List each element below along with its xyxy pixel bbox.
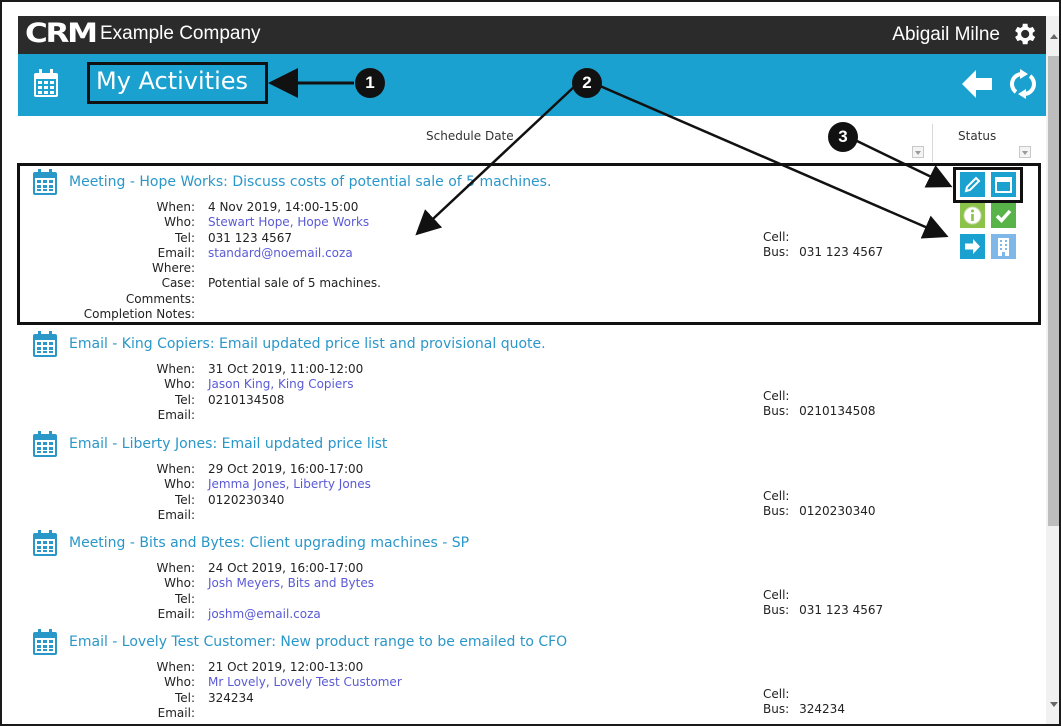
bus-value: 324234 [799,702,845,716]
bus-value: 031 123 4567 [799,603,884,617]
email-label: Email: [157,507,195,522]
company-name: Example Company [100,23,261,44]
cell-label: Cell: [763,389,790,403]
who-label: Who: [164,675,195,690]
gear-icon[interactable] [1010,20,1038,48]
activity-title-link[interactable]: Email - King Copiers: Email updated pric… [69,336,546,352]
when-label: When: [156,561,195,575]
email-label: Email: [157,606,195,621]
email-label: Email: [157,407,195,422]
activity-item[interactable]: Email - Liberty Jones: Email updated pri… [18,426,1046,522]
calendar-icon [33,530,57,556]
annotation-marker-1: 1 [355,68,385,98]
annotation-marker-3: 3 [828,122,858,152]
back-arrow-icon[interactable] [960,68,994,100]
scroll-up-icon[interactable] [1050,34,1058,39]
tel-label: Tel: [174,492,195,507]
bus-field: Bus: 031 123 4567 [763,603,883,617]
bus-value: 0120230340 [799,504,876,518]
calendar-icon [33,629,57,655]
calendar-icon [33,331,57,357]
logo-text: CRM [25,18,98,49]
cell-label: Cell: [763,687,790,701]
calendar-icon [34,69,58,97]
who-label: Who: [164,377,195,392]
building-icon[interactable] [991,234,1016,259]
activity-highlight-box [17,163,1041,325]
activity-title-link[interactable]: Email - Liberty Jones: Email updated pri… [69,436,387,452]
top-bar: CRM Example Company Abigail Milne [18,16,1046,54]
cell-field: Cell: [763,389,789,403]
bus-field: Bus: 0210134508 [763,404,876,418]
crm-logo[interactable]: CRM [25,20,98,47]
bus-label: Bus: [763,404,790,418]
cell-field: Cell: [763,489,789,503]
who-link[interactable]: Josh Meyers, Bits and Bytes [208,576,374,591]
cell-label: Cell: [763,588,790,602]
when-value: 24 Oct 2019, 16:00-17:00 [208,561,364,575]
bus-value: 0210134508 [799,404,876,418]
page-header: My Activities [18,54,1046,116]
app-window: CRM Example Company Abigail Milne My Act… [0,0,1061,726]
refresh-icon[interactable] [1008,68,1038,100]
page-title: My Activities [96,67,249,95]
when-value: 21 Oct 2019, 12:00-13:00 [208,660,364,674]
who-link[interactable]: Jason King, King Copiers [208,377,353,392]
user-name[interactable]: Abigail Milne [892,24,1000,46]
tel-label: Tel: [174,392,195,407]
cell-field: Cell: [763,588,789,602]
when-label: When: [156,660,195,674]
annotation-marker-2: 2 [572,68,602,98]
check-icon[interactable] [991,203,1016,228]
scrollbar-thumb[interactable] [1048,56,1059,526]
column-separator [932,124,933,162]
who-link[interactable]: Mr Lovely, Lovely Test Customer [208,675,402,690]
tel-value: 324234 [208,690,254,705]
tel-value: 0210134508 [208,392,285,407]
forward-icon[interactable] [960,234,985,259]
tel-value: 0120230340 [208,492,285,507]
cell-label: Cell: [763,489,790,503]
email-label: Email: [157,705,195,720]
scroll-down-icon[interactable] [1050,702,1058,707]
status-column-header[interactable]: Status [958,129,996,143]
schedule-date-filter-dropdown[interactable] [912,146,924,158]
activity-item[interactable]: Email - King Copiers: Email updated pric… [18,326,1046,422]
column-header-row: Schedule Date Status [18,116,1046,162]
info-icon[interactable] [960,203,985,228]
bus-label: Bus: [763,603,790,617]
who-label: Who: [164,576,195,591]
edit-icon[interactable] [960,172,985,197]
calendar-icon[interactable] [991,172,1016,197]
activity-title-link[interactable]: Meeting - Bits and Bytes: Client upgradi… [69,535,469,551]
cell-field: Cell: [763,687,789,701]
activity-item[interactable]: Email - Lovely Test Customer: New produc… [18,624,1046,724]
vertical-scrollbar[interactable] [1046,16,1059,724]
when-value: 31 Oct 2019, 11:00-12:00 [208,362,364,376]
bus-label: Bus: [763,504,790,518]
tel-label: Tel: [174,591,195,606]
activity-title-link[interactable]: Email - Lovely Test Customer: New produc… [69,634,567,650]
status-filter-dropdown[interactable] [1019,146,1031,158]
who-label: Who: [164,477,195,492]
tel-label: Tel: [174,690,195,705]
schedule-date-column-header[interactable]: Schedule Date [426,129,514,143]
who-link[interactable]: Jemma Jones, Liberty Jones [208,477,371,492]
when-value: 29 Oct 2019, 16:00-17:00 [208,462,364,476]
when-label: When: [156,362,195,376]
bus-field: Bus: 0120230340 [763,504,876,518]
calendar-icon [33,431,57,457]
bus-label: Bus: [763,702,790,716]
when-label: When: [156,462,195,476]
email-link[interactable]: joshm@email.coza [208,607,321,622]
bus-field: Bus: 324234 [763,702,845,716]
activity-item[interactable]: Meeting - Bits and Bytes: Client upgradi… [18,525,1046,621]
